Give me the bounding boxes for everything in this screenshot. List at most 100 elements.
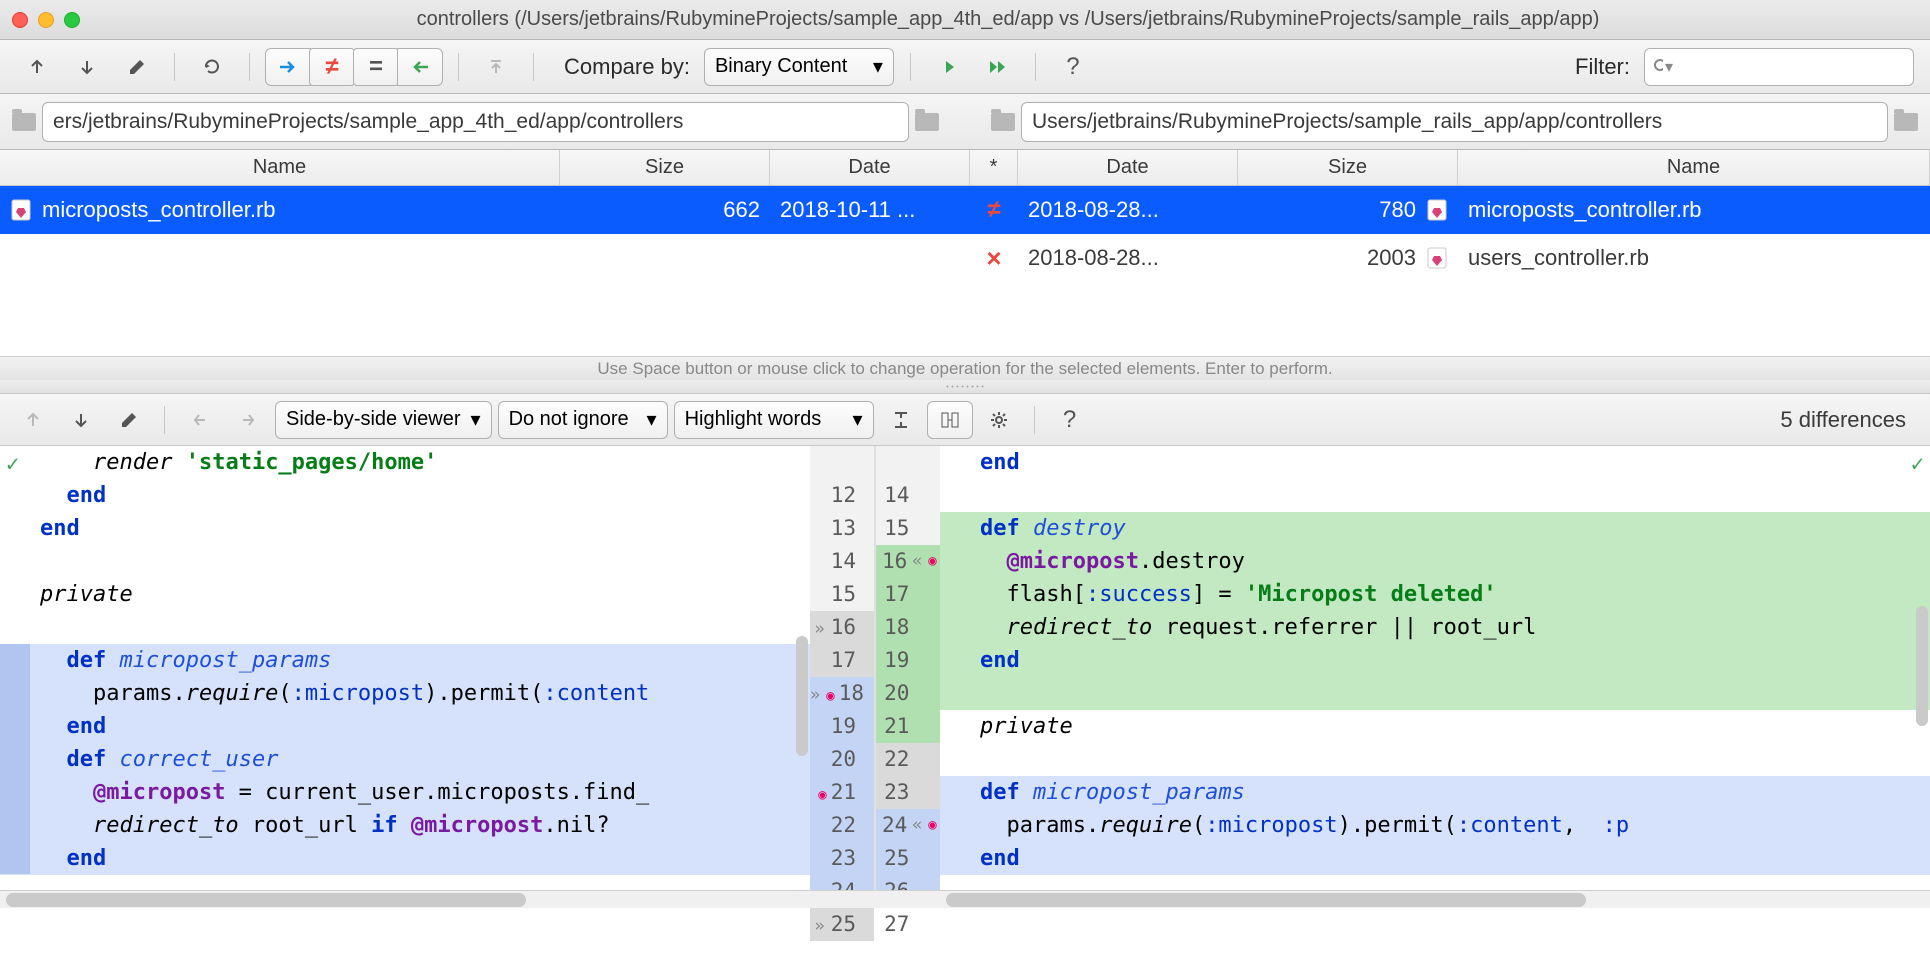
code-line[interactable]: private	[940, 710, 1930, 743]
ignore-combo[interactable]: Do not ignore▾	[498, 401, 668, 439]
prev-diff-button[interactable]	[16, 49, 58, 85]
line-number	[876, 446, 940, 479]
sync-left-button[interactable]	[397, 48, 443, 86]
folder-icon	[12, 113, 36, 131]
run-button[interactable]	[927, 49, 969, 85]
chevron-icon[interactable]: »	[814, 916, 830, 936]
code-line[interactable]: @micropost.destroy	[940, 545, 1930, 578]
equal-icon: =	[369, 53, 383, 81]
line-number: 19	[876, 644, 940, 677]
col-date[interactable]: Date	[770, 150, 970, 185]
compare-by-value: Binary Content	[715, 55, 863, 78]
breakpoint-icon[interactable]: ◉	[826, 688, 834, 704]
code-line[interactable]	[940, 743, 1930, 776]
search-icon	[1653, 58, 1663, 76]
code-line[interactable]: render 'static_pages/home'	[0, 446, 810, 479]
chevron-icon[interactable]: «	[912, 545, 928, 578]
code-line[interactable]: end	[940, 446, 1930, 479]
breakpoint-icon[interactable]: ◉	[818, 787, 826, 803]
file-size: 2003	[1367, 245, 1416, 271]
file-size: 662	[723, 197, 760, 223]
compare-by-label: Compare by:	[564, 54, 690, 80]
refresh-button[interactable]	[191, 49, 233, 85]
next-change-button[interactable]	[60, 402, 102, 438]
highlight-combo[interactable]: Highlight words▾	[674, 401, 874, 439]
close-icon[interactable]	[12, 12, 28, 28]
code-line[interactable]: end	[0, 710, 810, 743]
run-all-button[interactable]	[977, 49, 1019, 85]
right-code-pane[interactable]: ✓ enddef destroy @micropost.destroy flas…	[940, 446, 1930, 890]
compare-by-combo[interactable]: Binary Content ▾	[704, 48, 894, 86]
ruby-file-icon	[10, 198, 32, 222]
help-button[interactable]: ?	[1052, 49, 1094, 85]
settings-button[interactable]	[978, 402, 1020, 438]
code-line[interactable]: @micropost = current_user.microposts.fin…	[0, 776, 810, 809]
code-line[interactable]: end	[0, 479, 810, 512]
filter-box[interactable]: ▾	[1644, 48, 1914, 86]
path-bar: ers/jetbrains/RubymineProjects/sample_ap…	[0, 94, 1930, 150]
file-row[interactable]: microposts_controller.rb6622018-10-11 ..…	[0, 186, 1930, 234]
code-line[interactable]	[940, 479, 1930, 512]
code-line[interactable]	[0, 611, 810, 644]
not-equal-button[interactable]: ≠	[309, 48, 355, 86]
code-line[interactable]: params.require(:micropost).permit(:conte…	[940, 809, 1930, 842]
file-row[interactable]: ×2018-08-28...2003users_controller.rb	[0, 234, 1930, 282]
code-line[interactable]: redirect_to request.referrer || root_url	[940, 611, 1930, 644]
col-size2[interactable]: Size	[1238, 150, 1458, 185]
folder-open-icon[interactable]	[1894, 113, 1918, 131]
col-name[interactable]: Name	[0, 150, 560, 185]
chevron-icon[interactable]: »	[810, 685, 826, 705]
col-date2[interactable]: Date	[1018, 150, 1238, 185]
folder-icon	[991, 113, 1015, 131]
code-line[interactable]: def micropost_params	[940, 776, 1930, 809]
edit-button[interactable]	[116, 49, 158, 85]
code-line[interactable]: def correct_user	[0, 743, 810, 776]
code-line[interactable]	[940, 677, 1930, 710]
code-line[interactable]: end	[940, 842, 1930, 875]
code-line[interactable]: params.require(:micropost).permit(:conte…	[0, 677, 810, 710]
code-line[interactable]: end	[0, 512, 810, 545]
code-line[interactable]: end	[0, 842, 810, 875]
diff-help-button[interactable]: ?	[1049, 402, 1091, 438]
col-name2[interactable]: Name	[1458, 150, 1930, 185]
minimize-icon[interactable]	[38, 12, 54, 28]
code-line[interactable]: private	[0, 578, 810, 611]
breakpoint-icon[interactable]: ◉	[928, 809, 936, 842]
main-toolbar: ≠ = Compare by: Binary Content ▾ ? Filte…	[0, 40, 1930, 94]
code-line[interactable]	[0, 545, 810, 578]
left-path-input[interactable]: ers/jetbrains/RubymineProjects/sample_ap…	[42, 102, 909, 142]
forward-button	[227, 402, 269, 438]
edit-diff-button[interactable]	[108, 402, 150, 438]
right-path-input[interactable]: Users/jetbrains/RubymineProjects/sample_…	[1021, 102, 1888, 142]
folder-open-icon[interactable]	[915, 113, 939, 131]
line-number: 23	[876, 776, 940, 809]
diff-op-icon[interactable]: ≠	[987, 196, 1000, 224]
next-diff-button[interactable]	[66, 49, 108, 85]
sync-scroll-button[interactable]	[927, 401, 973, 439]
code-line[interactable]: end	[940, 644, 1930, 677]
code-line[interactable]: redirect_to root_url if @micropost.nil?	[0, 809, 810, 842]
maximize-icon[interactable]	[64, 12, 80, 28]
code-line[interactable]: def destroy	[940, 512, 1930, 545]
code-line[interactable]: flash[:success] = 'Micropost deleted'	[940, 578, 1930, 611]
collapse-button[interactable]	[880, 402, 922, 438]
col-op[interactable]: *	[970, 150, 1018, 185]
window-title: controllers (/Users/jetbrains/RubyminePr…	[98, 8, 1918, 31]
breakpoint-icon[interactable]: ◉	[928, 545, 936, 578]
left-code-pane[interactable]: ✓ render 'static_pages/home' endendpriva…	[0, 446, 810, 890]
diff-body: ✓ render 'static_pages/home' endendpriva…	[0, 446, 1930, 890]
equal-button[interactable]: =	[353, 48, 399, 86]
viewer-mode-combo[interactable]: Side-by-side viewer▾	[275, 401, 492, 439]
line-number: »16	[810, 611, 874, 644]
filter-input[interactable]	[1673, 56, 1905, 77]
file-name: microposts_controller.rb	[42, 197, 276, 223]
chevron-icon[interactable]: «	[912, 809, 928, 842]
traffic-lights	[12, 12, 80, 28]
chevron-icon[interactable]: »	[814, 619, 830, 639]
line-number: 15	[876, 512, 940, 545]
sync-right-button[interactable]	[265, 48, 311, 86]
code-line[interactable]: def micropost_params	[0, 644, 810, 677]
splitter-grip[interactable]	[0, 380, 1930, 394]
col-size[interactable]: Size	[560, 150, 770, 185]
diff-op-icon[interactable]: ×	[986, 243, 1001, 274]
